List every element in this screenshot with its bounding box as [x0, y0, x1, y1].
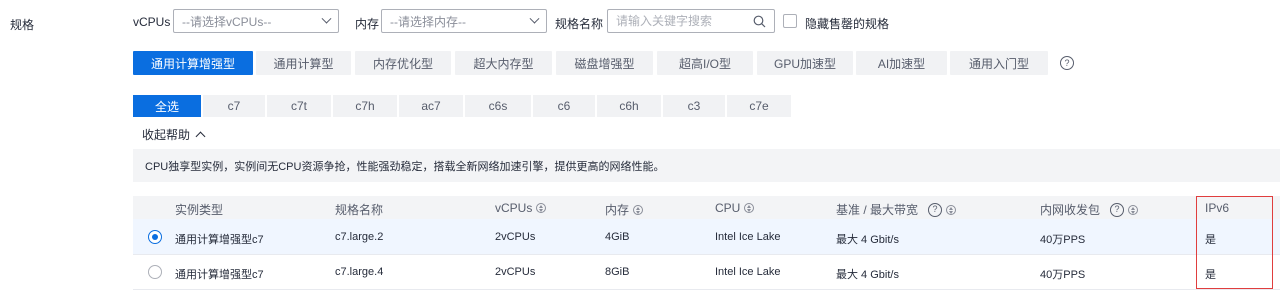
help-description-text: CPU独享型实例，实例间无CPU资源争抢，性能强劲稳定，搭载全新网络加速引擎，提… [145, 160, 665, 173]
sort-icon[interactable] [1128, 204, 1139, 215]
chevron-up-icon [195, 131, 206, 142]
column-header-name: 规格名称 [335, 203, 384, 217]
tab-family-c6s[interactable]: c6s [465, 95, 531, 117]
collapse-help-toggle[interactable]: 收起帮助 [142, 126, 206, 143]
tab-family-all[interactable]: 全选 [133, 95, 201, 117]
section-label: 规格 [10, 18, 35, 32]
chevron-down-icon [529, 13, 540, 24]
sort-icon[interactable] [744, 203, 755, 213]
memory-filter-label: 内存 [355, 17, 380, 31]
help-icon[interactable]: ? [1060, 56, 1074, 70]
search-input[interactable] [616, 14, 746, 28]
help-icon[interactable]: ? [928, 202, 943, 217]
sort-icon[interactable] [633, 204, 644, 215]
hide-sold-out-checkbox[interactable] [783, 14, 797, 28]
column-header-memory[interactable]: 内存 [605, 201, 644, 218]
tab-category-1[interactable]: 通用计算型 [256, 51, 351, 75]
table-row[interactable] [133, 219, 1280, 255]
sort-icon[interactable] [536, 203, 547, 213]
tab-category-6[interactable]: GPU加速型 [757, 51, 853, 75]
cell-vcpus: 2vCPUs [495, 266, 536, 278]
search-icon[interactable] [753, 15, 766, 28]
vcpus-select[interactable]: --请选择vCPUs-- [173, 9, 339, 33]
tab-family-c6h[interactable]: c6h [597, 95, 661, 117]
tab-family-c7[interactable]: c7 [203, 95, 265, 117]
cell-pps: 40万PPS [1040, 234, 1086, 246]
sort-icon[interactable] [946, 204, 957, 215]
cell-pps: 40万PPS [1040, 269, 1086, 281]
vcpus-filter-label: vCPUs [133, 15, 171, 29]
vcpus-select-placeholder: --请选择vCPUs-- [182, 14, 272, 29]
column-header-vcpus[interactable]: vCPUs [495, 201, 547, 215]
help-description: CPU独享型实例，实例间无CPU资源争抢，性能强劲稳定，搭载全新网络加速引擎，提… [133, 149, 1280, 182]
tab-category-4[interactable]: 磁盘增强型 [556, 51, 653, 75]
cell-bandwidth: 最大 4 Gbit/s [836, 269, 899, 281]
memory-select[interactable]: --请选择内存-- [381, 9, 547, 33]
cell-memory: 4GiB [605, 231, 630, 243]
tab-category-5[interactable]: 超高I/O型 [657, 51, 753, 75]
tab-family-c7h[interactable]: c7h [333, 95, 397, 117]
column-header-pps[interactable]: 内网收发包? [1040, 201, 1139, 218]
cell-vcpus: 2vCPUs [495, 231, 536, 243]
tab-family-c3[interactable]: c3 [663, 95, 725, 117]
cell-memory: 8GiB [605, 266, 630, 278]
memory-select-placeholder: --请选择内存-- [390, 14, 466, 29]
tab-category-3[interactable]: 超大内存型 [455, 51, 552, 75]
cell-type: 通用计算增强型c7 [175, 234, 264, 246]
column-header-cpu[interactable]: CPU [715, 201, 755, 215]
cell-cpu: Intel Ice Lake [715, 231, 781, 243]
cell-name: c7.large.4 [335, 266, 384, 278]
cell-ipv6: 是 [1205, 234, 1216, 246]
collapse-help-label: 收起帮助 [142, 128, 191, 142]
tab-family-c7e[interactable]: c7e [727, 95, 791, 117]
tab-family-c6[interactable]: c6 [533, 95, 595, 117]
chevron-down-icon [321, 13, 332, 24]
table-row[interactable] [133, 255, 1280, 290]
cell-ipv6: 是 [1205, 269, 1216, 281]
tab-category-2[interactable]: 内存优化型 [355, 51, 451, 75]
tab-category-8[interactable]: 通用入门型 [950, 51, 1048, 75]
cell-bandwidth: 最大 4 Gbit/s [836, 234, 899, 246]
cell-name: c7.large.2 [335, 231, 384, 243]
spec-name-filter-label: 规格名称 [555, 17, 604, 31]
tab-category-7[interactable]: AI加速型 [856, 51, 947, 75]
help-icon[interactable]: ? [1110, 202, 1125, 217]
tab-family-c7t[interactable]: c7t [267, 95, 331, 117]
tab-family-ac7[interactable]: ac7 [399, 95, 463, 117]
cell-cpu: Intel Ice Lake [715, 266, 781, 278]
hide-sold-out-label: 隐藏售罄的规格 [805, 17, 890, 31]
row-radio[interactable] [148, 265, 162, 279]
column-header-type: 实例类型 [175, 203, 224, 217]
column-header-ipv6: IPv6 [1205, 201, 1230, 215]
column-header-bandwidth[interactable]: 基准 / 最大带宽? [836, 201, 957, 218]
tab-category-0[interactable]: 通用计算增强型 [133, 51, 253, 75]
cell-type: 通用计算增强型c7 [175, 269, 264, 281]
spec-name-search[interactable] [607, 9, 775, 33]
row-radio-selected[interactable] [148, 230, 162, 244]
